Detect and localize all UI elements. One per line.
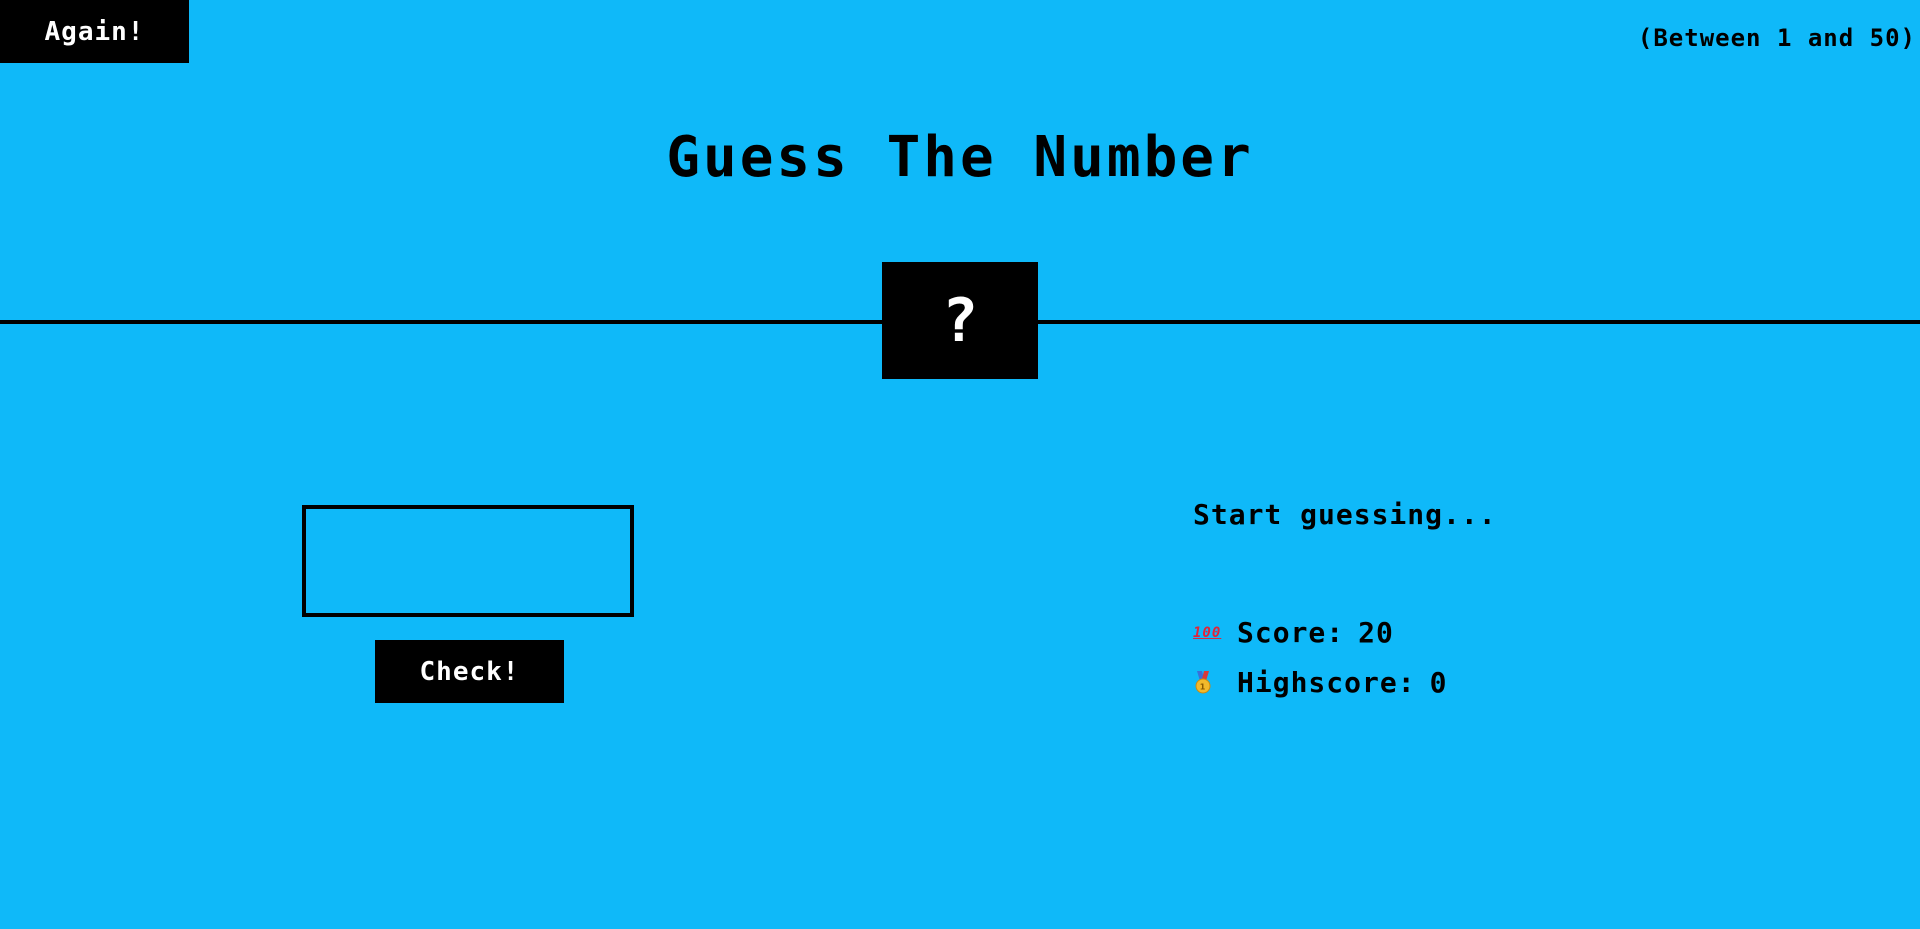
score-label: Score: [1237,616,1345,649]
highscore-row: 1 Highscore: 0 [1193,666,1447,699]
page-title: Guess The Number [666,125,1254,190]
medal-icon: 1 [1193,670,1219,695]
highscore-label: Highscore: [1237,666,1416,699]
range-hint: (Between 1 and 50) [1637,24,1916,52]
svg-text:1: 1 [1200,682,1207,691]
status-message: Start guessing... [1193,498,1497,531]
check-button[interactable]: Check! [375,640,564,703]
score-row: 100 Score: 20 [1193,616,1394,649]
again-button[interactable]: Again! [0,0,189,63]
score-value: 20 [1358,616,1394,649]
guess-input[interactable] [302,505,634,617]
secret-number: ? [941,285,979,356]
secret-number-box: ? [882,262,1038,379]
hundred-points-icon: 100 [1193,624,1222,641]
highscore-value: 0 [1429,666,1448,699]
